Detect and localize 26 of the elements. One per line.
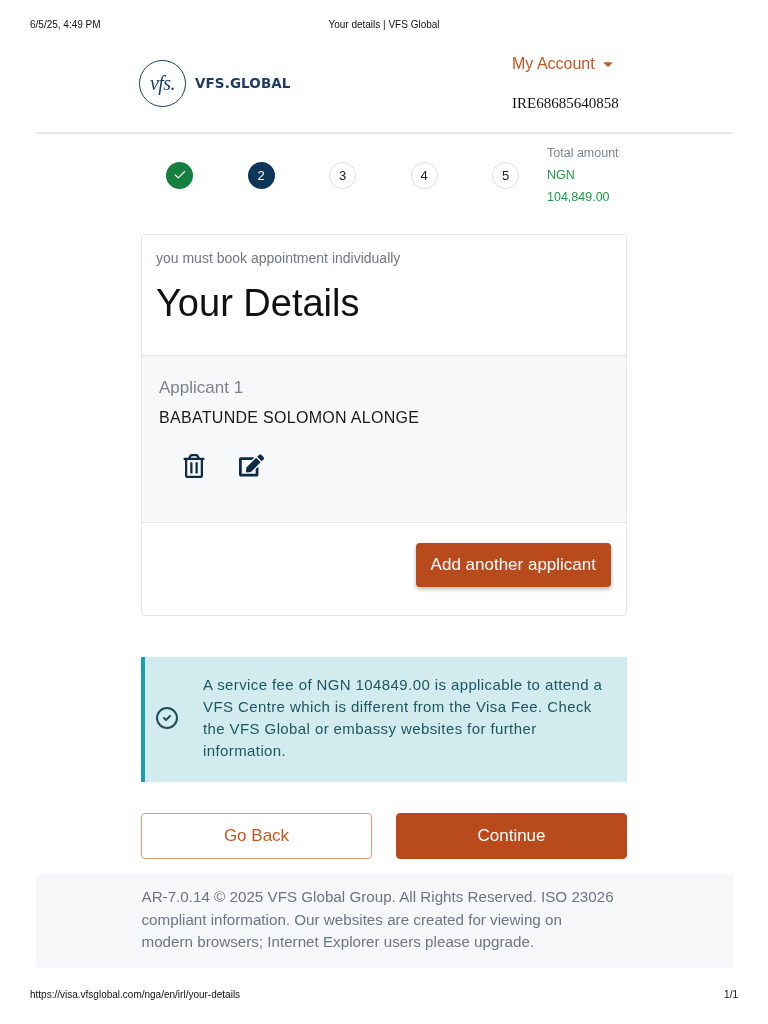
check-circle-icon [155, 706, 179, 730]
total-currency: NGN [547, 167, 576, 184]
continue-button[interactable]: Continue [396, 813, 627, 859]
logo-text: VFS.GLOBAL [195, 75, 291, 91]
applicant-name: BABATUNDE SOLOMON ALONGE [159, 408, 421, 428]
total-amount: 104,849.00 [547, 189, 611, 206]
footer-text: AR-7.0.14 © 2025 VFS Global Group. All Rights Reserved. ISO 23026 compliant information. Our websites are created for viewing on modern browsers; Internet Explorer users please upgrade. [141, 887, 615, 952]
card-note: you must book appointment individually [156, 249, 402, 268]
card-title: Your Details [156, 281, 361, 326]
step-number: 5 [492, 161, 519, 189]
edit-icon[interactable] [239, 453, 264, 478]
back-button[interactable]: Go Back [141, 813, 372, 859]
account-menu[interactable]: My Account [512, 53, 615, 75]
trash-icon[interactable] [182, 453, 206, 478]
print-date: 6/5/25, 4:49 PM [30, 18, 101, 32]
page-url: https://visa.vfsglobal.com/nga/en/irl/your-details [30, 988, 241, 1002]
applicant-label: Applicant 1 [159, 377, 245, 399]
current-step-number: 2 [247, 161, 275, 189]
total-label: Total amount [547, 145, 619, 162]
step-number: 4 [410, 161, 438, 189]
reference-number: IRE68685640858 [512, 94, 619, 112]
page-number: 1/1 [724, 988, 738, 1002]
add-applicant-button[interactable]: Add another applicant [415, 543, 611, 587]
step-number: 3 [329, 161, 356, 189]
alert-text: A service fee of NGN 104849.00 is applicable to attend a VFS Centre which is different from the Visa Fee. Check the VFS Global or embassy websites for further information. [203, 675, 604, 761]
page-title: Your details | VFS Global [328, 18, 440, 32]
